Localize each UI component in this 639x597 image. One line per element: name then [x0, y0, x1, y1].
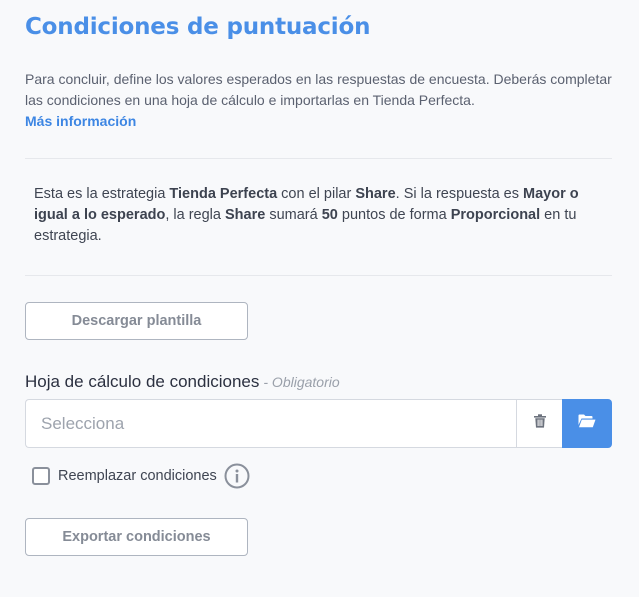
browse-file-button[interactable] [562, 399, 612, 448]
summary-text: . Si la respuesta es [395, 186, 523, 202]
intro-text: Para concluir, define los valores espera… [25, 69, 625, 132]
strategy-summary: Esta es la estrategia Tienda Perfecta co… [34, 184, 594, 247]
divider [25, 158, 612, 159]
file-select-input[interactable]: Selecciona [25, 399, 517, 448]
mode-value: Proporcional [450, 207, 541, 223]
replace-conditions-label[interactable]: Reemplazar condiciones [58, 468, 217, 484]
file-field-title: Hoja de cálculo de condiciones [25, 372, 260, 391]
points-value: 50 [321, 207, 338, 223]
export-conditions-button[interactable]: Exportar condiciones [25, 518, 248, 556]
delete-file-button[interactable] [516, 399, 563, 448]
replace-conditions-checkbox[interactable] [32, 467, 50, 485]
summary-text: con el pilar [277, 186, 356, 202]
file-field-label: Hoja de cálculo de condiciones - Obligato… [25, 372, 340, 392]
required-hint: - Obligatorio [263, 374, 340, 390]
divider [25, 275, 612, 276]
download-template-button[interactable]: Descargar plantilla [25, 302, 248, 340]
folder-open-icon [578, 414, 596, 433]
summary-text: Esta es la estrategia [34, 186, 170, 202]
trash-icon [533, 414, 546, 433]
summary-text: sumará [265, 207, 322, 223]
strategy-name: Tienda Perfecta [169, 186, 278, 202]
info-icon[interactable] [224, 463, 250, 489]
replace-conditions-row: Reemplazar condiciones [32, 463, 250, 489]
intro-description: Para concluir, define los valores espera… [25, 71, 612, 108]
page-title: Condiciones de puntuación [25, 14, 371, 40]
summary-text: puntos de forma [337, 207, 451, 223]
rule-name: Share [225, 207, 266, 223]
summary-text: , la regla [165, 207, 225, 223]
more-info-link[interactable]: Más información [25, 111, 625, 132]
pillar-name: Share [355, 186, 396, 202]
